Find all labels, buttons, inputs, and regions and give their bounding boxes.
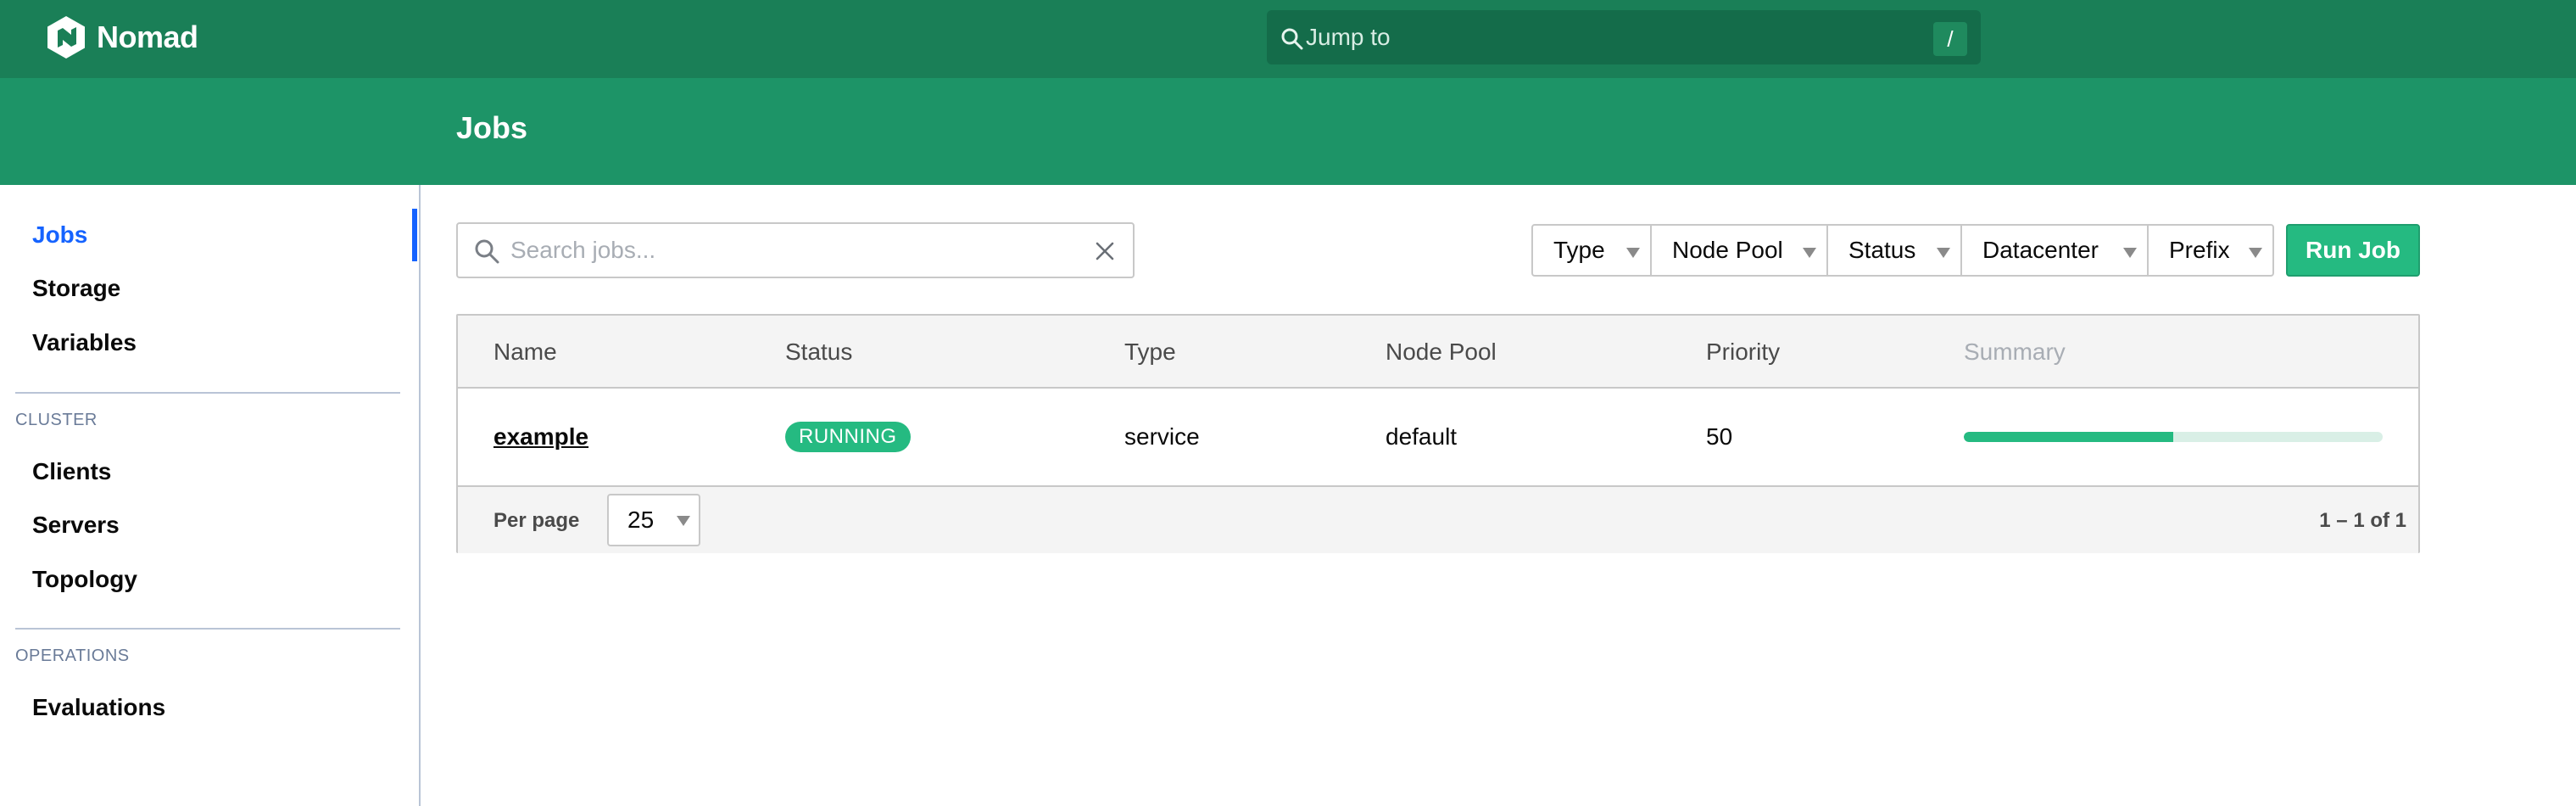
column-header-node-pool[interactable]: Node Pool <box>1386 316 1497 389</box>
table-row[interactable]: example RUNNING service default 50 <box>458 389 2418 485</box>
top-nav-bar: Nomad Jump to / <box>0 0 2576 78</box>
filter-label: Node Pool <box>1672 237 1783 263</box>
per-page-value: 25 <box>627 507 655 533</box>
page-title: Jobs <box>456 110 528 145</box>
column-header-status[interactable]: Status <box>785 316 852 389</box>
chevron-down-icon <box>2249 248 2262 258</box>
search-icon <box>475 239 499 264</box>
job-search-box <box>456 222 1135 278</box>
column-header-type[interactable]: Type <box>1124 316 1176 389</box>
pagination-range: 1 – 1 of 1 <box>2319 509 2406 532</box>
jump-to-search[interactable]: Jump to / <box>1267 10 1981 64</box>
filter-label: Datacenter <box>1982 237 2099 263</box>
filter-datacenter[interactable]: Datacenter <box>1960 224 2149 277</box>
sidebar-divider <box>15 392 400 394</box>
job-summary-bar-fill <box>1964 432 2173 442</box>
table-footer: Per page 25 1 – 1 of 1 <box>458 485 2418 553</box>
column-header-summary: Summary <box>1964 339 2066 365</box>
run-job-button[interactable]: Run Job <box>2286 224 2420 277</box>
per-page-label: Per page <box>493 509 580 532</box>
sidebar-item-evaluations[interactable]: Evaluations <box>32 691 388 725</box>
sidebar-heading-operations: OPERATIONS <box>15 646 130 665</box>
filter-group: Type Node Pool Status Datacenter Prefix <box>1531 224 2274 277</box>
job-summary-bar <box>1964 432 2383 442</box>
sidebar-heading-cluster: CLUSTER <box>15 411 98 429</box>
chevron-down-icon <box>1803 248 1816 258</box>
filter-label: Type <box>1553 237 1605 263</box>
filter-type[interactable]: Type <box>1531 224 1652 277</box>
search-input[interactable] <box>510 226 1070 275</box>
close-icon[interactable] <box>1094 240 1116 262</box>
sidebar-item-variables[interactable]: Variables <box>32 326 388 360</box>
jobs-table: Name Status Type Node Pool Priority Summ… <box>456 314 2420 553</box>
filter-label: Status <box>1848 237 1916 263</box>
sidebar: Jobs Storage Variables CLUSTER Clients S… <box>0 185 421 806</box>
job-type-cell: service <box>1124 423 1200 450</box>
job-name-cell: example <box>493 389 588 485</box>
sidebar-item-servers[interactable]: Servers <box>32 508 388 542</box>
filter-node-pool[interactable]: Node Pool <box>1650 224 1828 277</box>
jump-to-label: Jump to <box>1306 24 1391 50</box>
sidebar-item-clients[interactable]: Clients <box>32 455 388 489</box>
chevron-down-icon <box>2123 248 2137 258</box>
column-header-priority[interactable]: Priority <box>1706 316 1780 389</box>
app-name: Nomad <box>97 20 198 54</box>
job-priority-cell: 50 <box>1706 423 1733 450</box>
page-header <box>0 78 2576 185</box>
chevron-down-icon <box>677 516 690 526</box>
status-badge: RUNNING <box>785 422 911 452</box>
job-node-pool-cell: default <box>1386 423 1458 450</box>
column-header-name[interactable]: Name <box>493 316 557 389</box>
filter-prefix[interactable]: Prefix <box>2147 224 2274 277</box>
sidebar-active-indicator <box>412 209 417 261</box>
job-link[interactable]: example <box>493 423 588 450</box>
sidebar-item-jobs[interactable]: Jobs <box>32 218 388 252</box>
nomad-logo-icon <box>47 16 85 59</box>
jump-shortcut-key: / <box>1933 22 1967 56</box>
table-header: Name Status Type Node Pool Priority Summ… <box>458 316 2418 389</box>
sidebar-item-topology[interactable]: Topology <box>32 563 388 596</box>
brand[interactable]: Nomad <box>46 14 198 61</box>
sidebar-item-storage[interactable]: Storage <box>32 271 388 305</box>
filter-label: Prefix <box>2169 237 2230 263</box>
sidebar-divider <box>15 628 400 630</box>
per-page-select[interactable]: 25 <box>607 494 700 546</box>
search-icon <box>1281 28 1303 50</box>
chevron-down-icon <box>1626 248 1640 258</box>
chevron-down-icon <box>1937 248 1950 258</box>
filter-status[interactable]: Status <box>1826 224 1962 277</box>
